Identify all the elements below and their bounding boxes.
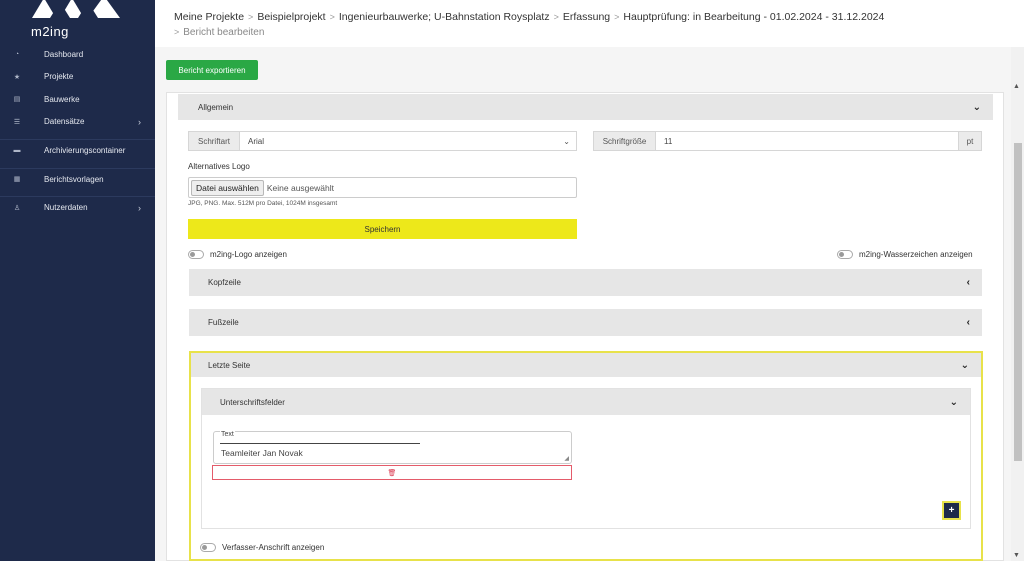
breadcrumb-item-project[interactable]: Beispielprojekt xyxy=(257,11,325,23)
building-icon: ▤ xyxy=(13,96,21,104)
sidebar-nav: ◔ Dashboard ★ Projekte ▤ Bauwerke ☰ Date… xyxy=(0,43,155,219)
chevron-right-icon: › xyxy=(138,116,141,127)
choose-file-button[interactable]: Datei auswählen xyxy=(191,179,264,196)
signature-field-legend: Text xyxy=(220,431,235,438)
toggle-switch[interactable] xyxy=(200,543,216,552)
signature-text-field[interactable]: Text Teamleiter Jan Novak ◢ xyxy=(213,431,572,464)
file-status: Keine ausgewählt xyxy=(266,182,334,193)
watermark-toggle[interactable]: m2ing-Wasserzeichen anzeigen xyxy=(837,250,973,259)
chevron-left-icon: ‹ xyxy=(966,277,970,288)
sidebar-item-label: Dashboard xyxy=(44,49,84,59)
logo-toggle[interactable]: m2ing-Logo anzeigen xyxy=(188,250,287,259)
signature-line xyxy=(220,443,420,444)
user-icon: ♙ xyxy=(13,204,21,212)
font-select[interactable]: Arial ⌄ xyxy=(239,131,577,151)
breadcrumb-item-capture[interactable]: Erfassung xyxy=(563,11,610,23)
breadcrumb-separator: > xyxy=(329,12,335,22)
sidebar-item-berichtsvorlagen[interactable]: ▦ Berichtsvorlagen xyxy=(0,167,155,191)
resize-handle-icon[interactable]: ◢ xyxy=(564,455,569,462)
sidebar-item-label: Berichtsvorlagen xyxy=(44,174,104,184)
chevron-left-icon: ‹ xyxy=(966,317,970,328)
panel-letzte-seite: Letzte Seite ⌄ Unterschriftsfelder ⌄ Tex… xyxy=(189,351,983,561)
toggle-label: m2ing-Logo anzeigen xyxy=(210,250,287,259)
report-editor-card: Allgemein ⌄ Schriftart Arial ⌄ Schriftgr… xyxy=(166,92,1004,561)
font-size-unit: pt xyxy=(958,131,982,151)
brand-name: m2ing xyxy=(31,24,69,39)
panel-title: Allgemein xyxy=(198,102,234,112)
file-hint: JPG, PNG. Max. 512M pro Datei, 1024M ins… xyxy=(188,200,338,207)
star-icon: ★ xyxy=(13,73,21,81)
breadcrumb-separator: > xyxy=(553,12,559,22)
panel-title: Kopfzeile xyxy=(208,278,241,287)
sidebar-item-archivierungscontainer[interactable]: ▬ Archivierungscontainer xyxy=(0,139,155,162)
m2ing-logo-icon xyxy=(32,0,120,18)
sidebar-item-label: Datensätze xyxy=(44,117,85,127)
panel-unterschriftsfelder-header[interactable]: Unterschriftsfelder ⌄ xyxy=(202,389,970,415)
save-button[interactable]: Speichern xyxy=(188,219,577,239)
page-scrollbar[interactable]: ▲ ▼ xyxy=(1011,47,1024,561)
add-signature-button[interactable]: + xyxy=(942,501,961,520)
sidebar-item-label: Nutzerdaten xyxy=(44,203,88,213)
breadcrumb-separator: > xyxy=(174,27,180,37)
scrollbar-thumb[interactable] xyxy=(1014,143,1022,461)
sidebar-item-label: Bauwerke xyxy=(44,94,80,104)
sidebar-item-label: Archivierungscontainer xyxy=(44,146,126,156)
panel-title: Unterschriftsfelder xyxy=(220,397,285,407)
breadcrumb-separator: > xyxy=(614,12,620,22)
panel-allgemein-header[interactable]: Allgemein ⌄ xyxy=(178,94,993,120)
author-address-toggle[interactable]: Verfasser-Anschrift anzeigen xyxy=(200,543,324,552)
sidebar-item-projekte[interactable]: ★ Projekte xyxy=(0,66,155,89)
chevron-right-icon: › xyxy=(138,202,141,213)
sidebar: m2ing ◔ Dashboard ★ Projekte ▤ Bauwerke … xyxy=(0,0,155,561)
delete-signature-button[interactable]: 🗑 xyxy=(212,465,572,480)
dashboard-icon: ◔ xyxy=(14,50,20,58)
panel-fusszeile-header[interactable]: Fußzeile ‹ xyxy=(189,309,982,336)
header: Meine Projekte > Beispielprojekt > Ingenieur… xyxy=(155,0,1024,47)
toggle-switch[interactable] xyxy=(188,250,204,259)
sidebar-item-bauwerke[interactable]: ▤ Bauwerke xyxy=(0,88,155,111)
breadcrumb: Meine Projekte > Beispielprojekt > Ingenieur… xyxy=(174,10,954,40)
scroll-down-icon[interactable]: ▼ xyxy=(1013,552,1020,559)
breadcrumb-current: Bericht bearbeiten xyxy=(183,27,265,38)
main-content: Bericht exportieren Allgemein ⌄ Schrifta… xyxy=(155,47,1024,561)
sidebar-item-label: Projekte xyxy=(44,72,74,82)
plus-icon: + xyxy=(948,505,955,516)
toggle-label: m2ing-Wasserzeichen anzeigen xyxy=(859,250,973,259)
breadcrumb-separator: > xyxy=(248,12,254,22)
font-size-label: Schriftgröße xyxy=(593,131,656,151)
alt-logo-label: Alternatives Logo xyxy=(188,162,250,171)
panel-title: Letzte Seite xyxy=(208,360,251,370)
trash-icon: 🗑 xyxy=(387,469,397,477)
panel-unterschriftsfelder: Unterschriftsfelder ⌄ Text Teamleiter Ja… xyxy=(201,388,971,529)
breadcrumb-item-projects[interactable]: Meine Projekte xyxy=(174,11,244,23)
logo-file-input[interactable]: Datei auswählen Keine ausgewählt xyxy=(188,177,577,198)
font-select-value: Arial xyxy=(248,136,265,146)
font-label: Schriftart xyxy=(188,131,240,151)
panel-kopfzeile-header[interactable]: Kopfzeile ‹ xyxy=(189,269,982,296)
brand-logo[interactable]: m2ing xyxy=(0,0,155,40)
breadcrumb-item-inspection[interactable]: Hauptprüfung: in Bearbeitung - 01.02.202… xyxy=(623,11,884,23)
signature-text-value: Teamleiter Jan Novak xyxy=(221,448,303,458)
toggle-switch[interactable] xyxy=(837,250,853,259)
chevron-down-icon: ⌄ xyxy=(960,359,969,371)
scroll-up-icon[interactable]: ▲ xyxy=(1013,83,1020,90)
chevron-down-icon: ⌄ xyxy=(972,101,981,113)
toggle-label: Verfasser-Anschrift anzeigen xyxy=(222,543,325,552)
panel-title: Fußzeile xyxy=(208,318,239,327)
export-report-button[interactable]: Bericht exportieren xyxy=(166,60,258,80)
chevron-down-icon: ⌄ xyxy=(563,136,570,146)
breadcrumb-item-structure[interactable]: Ingenieurbauwerke; U-Bahnstation Royspla… xyxy=(339,11,550,23)
chevron-down-icon: ⌄ xyxy=(949,396,958,408)
panel-letzte-seite-header[interactable]: Letzte Seite ⌄ xyxy=(191,353,981,377)
list-icon: ☰ xyxy=(13,118,21,126)
sidebar-item-dashboard[interactable]: ◔ Dashboard xyxy=(0,43,155,66)
sidebar-item-nutzerdaten[interactable]: ♙ Nutzerdaten › xyxy=(0,196,155,219)
template-icon: ▦ xyxy=(13,176,21,184)
font-size-input[interactable]: 11 xyxy=(655,131,959,151)
archive-icon: ▬ xyxy=(13,147,21,155)
sidebar-item-datensaetze[interactable]: ☰ Datensätze › xyxy=(0,111,155,134)
